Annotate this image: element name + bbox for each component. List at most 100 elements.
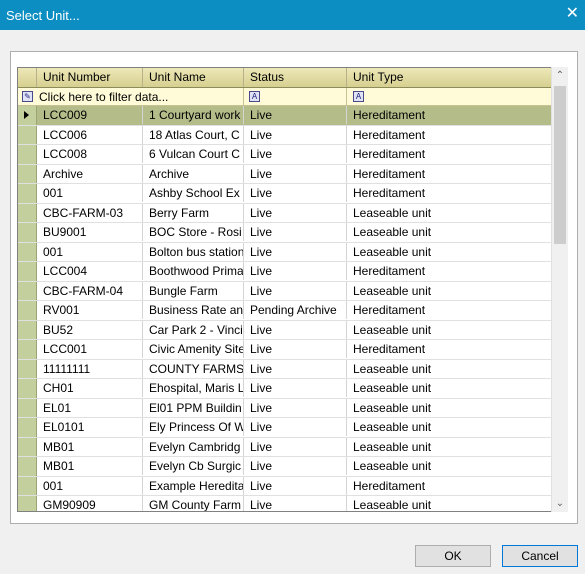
cell-unit-type[interactable]: Leaseable unit <box>347 379 551 397</box>
cell-unit-number[interactable]: EL01 <box>37 398 143 417</box>
table-row[interactable]: LCC001 Civic Amenity Site Live Hereditament <box>18 340 551 360</box>
cell-status[interactable]: Live <box>244 203 347 222</box>
cell-status[interactable]: Live <box>244 242 347 261</box>
row-selector[interactable] <box>18 379 37 398</box>
table-row[interactable]: MB01 Evelyn Cb Surgic Live Leaseable unit <box>18 457 551 477</box>
cell-status[interactable]: Live <box>244 184 347 202</box>
table-row[interactable]: CBC-FARM-03 Berry Farm Live Leaseable unit <box>18 203 551 223</box>
filter-text-icon[interactable]: A <box>249 91 260 102</box>
cell-unit-name[interactable]: Evelyn Cb Surgic <box>143 457 244 475</box>
cell-unit-name[interactable]: GM County Farm <box>143 496 244 511</box>
filter-cell-unit-type[interactable]: A <box>347 88 551 105</box>
table-row[interactable]: Archive Archive Live Hereditament <box>18 164 551 184</box>
scroll-up-icon[interactable]: ⌃ <box>552 67 568 84</box>
cell-unit-number[interactable]: LCC008 <box>37 145 143 163</box>
cell-status[interactable]: Live <box>244 340 347 358</box>
cell-unit-number[interactable]: LCC004 <box>37 262 143 280</box>
cell-status[interactable]: Live <box>244 496 347 511</box>
cell-unit-name[interactable]: 18 Atlas Court, C <box>143 125 244 144</box>
cell-unit-number[interactable]: Archive <box>37 164 143 183</box>
cell-unit-name[interactable]: BOC Store - Rosi <box>143 223 244 241</box>
row-selector[interactable] <box>18 359 37 378</box>
cell-unit-name[interactable]: Example Heredita <box>143 476 244 495</box>
row-selector[interactable] <box>18 340 37 359</box>
cell-status[interactable]: Live <box>244 418 347 436</box>
cell-unit-type[interactable]: Hereditament <box>347 262 551 280</box>
cell-status[interactable]: Live <box>244 164 347 183</box>
table-row[interactable]: RV001 Business Rate an Pending Archive Here… <box>18 301 551 321</box>
cell-status[interactable]: Live <box>244 145 347 163</box>
cell-unit-number[interactable]: LCC006 <box>37 125 143 144</box>
table-row[interactable]: LCC004 Boothwood Prima Live Hereditament <box>18 262 551 282</box>
row-selector[interactable] <box>18 164 37 183</box>
filter-placeholder[interactable]: Click here to filter data... <box>39 89 168 105</box>
cell-unit-number[interactable]: EL0101 <box>37 418 143 436</box>
column-header-unit-type[interactable]: Unit Type <box>347 68 551 87</box>
column-header-status[interactable]: Status <box>244 68 347 87</box>
cell-unit-type[interactable]: Leaseable unit <box>347 418 551 436</box>
table-row[interactable]: 001 Ashby School Ex Live Hereditament <box>18 184 551 204</box>
table-row[interactable]: CBC-FARM-04 Bungle Farm Live Leaseable unit <box>18 281 551 301</box>
cell-unit-type[interactable]: Hereditament <box>347 301 551 319</box>
cell-status[interactable]: Live <box>244 223 347 241</box>
cell-unit-name[interactable]: Ehospital, Maris L <box>143 379 244 397</box>
cell-unit-number[interactable]: GM90909 <box>37 496 143 511</box>
cell-unit-type[interactable]: Leaseable unit <box>347 243 551 261</box>
filter-cell-status[interactable]: A <box>244 88 347 105</box>
cell-status[interactable]: Live <box>244 125 347 144</box>
cell-unit-number[interactable]: 001 <box>37 184 143 202</box>
cell-unit-type[interactable]: Hereditament <box>347 184 551 202</box>
cell-status[interactable]: Live <box>244 320 347 339</box>
cell-unit-name[interactable]: Civic Amenity Site <box>143 340 244 358</box>
row-selector[interactable] <box>18 145 37 164</box>
cell-unit-type[interactable]: Leaseable unit <box>347 360 551 378</box>
table-row[interactable]: 001 Bolton bus station Live Leaseable unit <box>18 242 551 262</box>
row-selector[interactable] <box>18 496 37 511</box>
table-row[interactable]: MB01 Evelyn Cambridg Live Leaseable unit <box>18 437 551 457</box>
vertical-scrollbar[interactable]: ⌃ ⌄ <box>551 67 568 512</box>
cell-unit-name[interactable]: 1 Courtyard work <box>143 106 244 124</box>
cell-status[interactable]: Live <box>244 437 347 456</box>
cell-unit-type[interactable]: Hereditament <box>347 126 551 144</box>
row-selector[interactable] <box>18 437 37 456</box>
scroll-down-icon[interactable]: ⌄ <box>552 495 568 512</box>
cell-unit-type[interactable]: Hereditament <box>347 340 551 358</box>
cell-unit-name[interactable]: Ashby School Ex <box>143 184 244 202</box>
cell-unit-type[interactable]: Leaseable unit <box>347 496 551 511</box>
cell-unit-name[interactable]: El01 PPM Buildin <box>143 398 244 417</box>
row-selector[interactable] <box>18 203 37 222</box>
table-row[interactable]: EL0101 Ely Princess Of W Live Leaseable uni… <box>18 418 551 438</box>
cell-status[interactable]: Live <box>244 281 347 300</box>
cell-status[interactable]: Live <box>244 398 347 417</box>
cell-unit-name[interactable]: Bolton bus station <box>143 242 244 261</box>
table-row[interactable]: BU9001 BOC Store - Rosi Live Leaseable unit <box>18 223 551 243</box>
cell-unit-type[interactable]: Leaseable unit <box>347 321 551 339</box>
cell-unit-type[interactable]: Hereditament <box>347 477 551 495</box>
row-selector[interactable] <box>18 476 37 495</box>
row-selector[interactable] <box>18 106 37 125</box>
filter-edit-icon[interactable]: ✎ <box>22 91 33 102</box>
close-icon[interactable]: ✕ <box>566 5 579 23</box>
cell-unit-name[interactable]: Car Park 2 - Vinci <box>143 320 244 339</box>
cell-unit-number[interactable]: 11111111 <box>37 359 143 378</box>
row-selector[interactable] <box>18 281 37 300</box>
cell-unit-number[interactable]: CBC-FARM-03 <box>37 203 143 222</box>
cell-unit-type[interactable]: Hereditament <box>347 145 551 163</box>
cell-unit-type[interactable]: Leaseable unit <box>347 399 551 417</box>
table-row[interactable]: GM90909 GM County Farm Live Leaseable unit <box>18 496 551 511</box>
column-header-unit-number[interactable]: Unit Number <box>37 68 143 87</box>
row-selector[interactable] <box>18 242 37 261</box>
cell-unit-name[interactable]: Archive <box>143 164 244 183</box>
row-selector[interactable] <box>18 184 37 203</box>
cell-unit-name[interactable]: Business Rate an <box>143 301 244 319</box>
cell-unit-name[interactable]: Berry Farm <box>143 203 244 222</box>
cell-unit-number[interactable]: MB01 <box>37 437 143 456</box>
cell-unit-number[interactable]: 001 <box>37 242 143 261</box>
cell-unit-type[interactable]: Hereditament <box>347 106 551 124</box>
row-selector[interactable] <box>18 223 37 242</box>
filter-cell-main[interactable]: ✎ Click here to filter data... <box>18 88 244 105</box>
cell-unit-number[interactable]: LCC001 <box>37 340 143 358</box>
filter-text-icon[interactable]: A <box>353 91 364 102</box>
cell-unit-number[interactable]: LCC009 <box>37 106 143 124</box>
cell-status[interactable]: Live <box>244 457 347 475</box>
